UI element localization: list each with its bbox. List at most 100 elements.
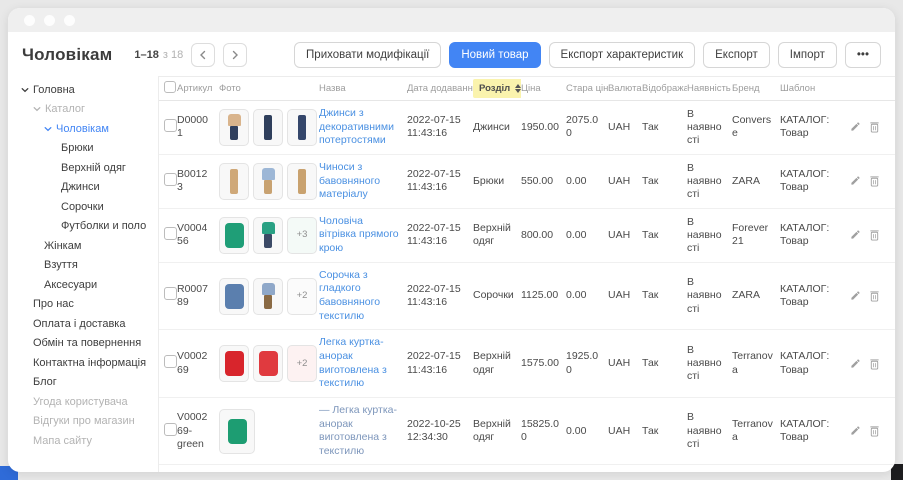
edit-icon[interactable] <box>850 290 861 302</box>
product-name-link[interactable]: Сорочка з гладкого бавовняного текстилю <box>319 269 407 324</box>
product-name-link[interactable]: Сорочка з бавовняного матеріалу притален… <box>319 471 407 472</box>
more-photos-badge[interactable]: +2 <box>287 345 317 382</box>
column-header-price[interactable]: Ціна <box>521 83 566 94</box>
product-name-link[interactable]: Джинси з декоративними потертостями <box>319 107 407 148</box>
product-photo[interactable] <box>253 217 283 254</box>
price-cell: 800.00 <box>521 229 566 242</box>
hide-modifications-button[interactable]: Приховати модифікації <box>294 42 441 68</box>
export-button[interactable]: Експорт <box>703 42 770 68</box>
edit-icon[interactable] <box>850 175 861 187</box>
more-photos-badge[interactable]: +2 <box>287 278 317 315</box>
column-header-old-price[interactable]: Стара ціна <box>566 83 608 94</box>
row-checkbox[interactable] <box>164 173 177 186</box>
sidebar-item[interactable]: Брюки <box>8 139 158 159</box>
import-button[interactable]: Імпорт <box>778 42 837 68</box>
sidebar-item[interactable]: Футболки и поло <box>8 217 158 237</box>
chevron-down-icon <box>44 125 52 133</box>
sidebar-item[interactable]: Обмін та повернення <box>8 334 158 354</box>
product-photo[interactable] <box>219 109 249 146</box>
export-characteristics-button[interactable]: Експорт характеристик <box>549 42 696 68</box>
sidebar-item[interactable]: Про нас <box>8 295 158 315</box>
sidebar-item[interactable]: Взуття <box>8 256 158 276</box>
product-name-link[interactable]: Легка куртка-анорак виготовлена з тексти… <box>319 336 407 391</box>
sidebar-item-label: Футболки и поло <box>61 220 146 232</box>
sidebar-item-label: Взуття <box>44 259 78 271</box>
window-dot[interactable] <box>24 15 35 26</box>
row-checkbox[interactable] <box>164 287 177 300</box>
column-header-availability[interactable]: Наявність <box>687 83 732 94</box>
column-header-currency[interactable]: Валюта <box>608 83 642 94</box>
table-row: D00001 Джинси з декоративними потертостя… <box>159 101 895 155</box>
product-photo[interactable] <box>219 345 249 382</box>
product-photo[interactable] <box>253 345 283 382</box>
column-header-date[interactable]: Дата додавання <box>407 83 473 94</box>
product-name-link[interactable]: Чоловіча вітрівка прямого крою <box>319 215 407 256</box>
row-checkbox[interactable] <box>164 119 177 132</box>
sidebar-item[interactable]: Угода користувача <box>8 392 158 412</box>
product-name-link[interactable]: Чиноси з бавовняного матеріалу <box>319 161 407 202</box>
product-photo[interactable] <box>253 109 283 146</box>
more-photos-badge[interactable]: +3 <box>287 217 317 254</box>
sidebar-item[interactable]: Контактна інформація <box>8 353 158 373</box>
delete-icon[interactable] <box>869 121 880 133</box>
row-checkbox[interactable] <box>164 423 177 436</box>
edit-icon[interactable] <box>850 229 861 241</box>
window-dot[interactable] <box>44 15 55 26</box>
column-header-section[interactable]: Розділ <box>473 79 521 98</box>
section-cell: Джинси <box>473 121 521 134</box>
sku-cell: V000456 <box>177 222 219 248</box>
sidebar-item[interactable]: Верхній одяг <box>8 158 158 178</box>
sidebar-item[interactable]: Каталог <box>8 100 158 120</box>
sidebar-item[interactable]: Аксесуари <box>8 275 158 295</box>
column-header-sku[interactable]: Артикул <box>177 83 219 94</box>
window-dot[interactable] <box>64 15 75 26</box>
sidebar-item[interactable]: Відгуки про магазин <box>8 412 158 432</box>
product-photo[interactable] <box>219 217 249 254</box>
product-photo[interactable] <box>287 109 317 146</box>
row-checkbox[interactable] <box>164 227 177 240</box>
sidebar-item[interactable]: Блог <box>8 373 158 393</box>
column-header-display[interactable]: Відображати <box>642 83 687 94</box>
sidebar-item[interactable]: Сорочки <box>8 197 158 217</box>
template-cell: КАТАЛОГ: Товар <box>780 350 849 376</box>
edit-icon[interactable] <box>850 425 861 437</box>
delete-icon[interactable] <box>869 358 880 370</box>
edit-icon[interactable] <box>850 121 861 133</box>
select-all-checkbox[interactable] <box>164 81 176 93</box>
new-product-button[interactable]: Новий товар <box>449 42 540 68</box>
product-photo[interactable] <box>219 409 255 454</box>
delete-icon[interactable] <box>869 290 880 302</box>
edit-icon[interactable] <box>850 358 861 370</box>
sidebar-item[interactable]: Жінкам <box>8 236 158 256</box>
product-photo[interactable] <box>287 163 317 200</box>
pagination: 1–18 з 18 <box>134 43 247 67</box>
next-page-button[interactable] <box>223 43 247 67</box>
column-header-photo[interactable]: Фото <box>219 83 319 94</box>
sidebar-item[interactable]: Головна <box>8 80 158 100</box>
product-photo[interactable] <box>219 163 249 200</box>
product-name-link[interactable]: — Легка куртка-анорак виготовлена з текс… <box>319 404 407 459</box>
header-actions: Приховати модифікації Новий товар Експорт … <box>294 42 881 68</box>
sidebar-item[interactable]: Мапа сайту <box>8 431 158 451</box>
product-photo[interactable] <box>253 278 283 315</box>
delete-icon[interactable] <box>869 229 880 241</box>
sku-cell: V000269 <box>177 350 219 376</box>
prev-page-button[interactable] <box>191 43 215 67</box>
price-cell: 1125.00 <box>521 289 566 302</box>
column-header-brand[interactable]: Бренд <box>732 83 780 94</box>
sidebar-item[interactable]: Чоловікам <box>8 119 158 139</box>
sidebar-item[interactable]: Джинси <box>8 178 158 198</box>
column-header-name[interactable]: Назва <box>319 83 407 94</box>
availability-cell: В наявності <box>687 216 732 255</box>
column-header-template[interactable]: Шаблон <box>780 83 849 94</box>
delete-icon[interactable] <box>869 175 880 187</box>
product-photo[interactable] <box>219 278 249 315</box>
product-photo[interactable] <box>253 163 283 200</box>
delete-icon[interactable] <box>869 425 880 437</box>
row-checkbox[interactable] <box>164 355 177 368</box>
availability-cell: В наявності <box>687 108 732 147</box>
sidebar-item[interactable]: Оплата і доставка <box>8 314 158 334</box>
section-cell: Верхній одяг <box>473 350 521 376</box>
sorted-column-chip[interactable]: Розділ <box>473 79 521 98</box>
more-button[interactable]: ••• <box>845 42 881 68</box>
